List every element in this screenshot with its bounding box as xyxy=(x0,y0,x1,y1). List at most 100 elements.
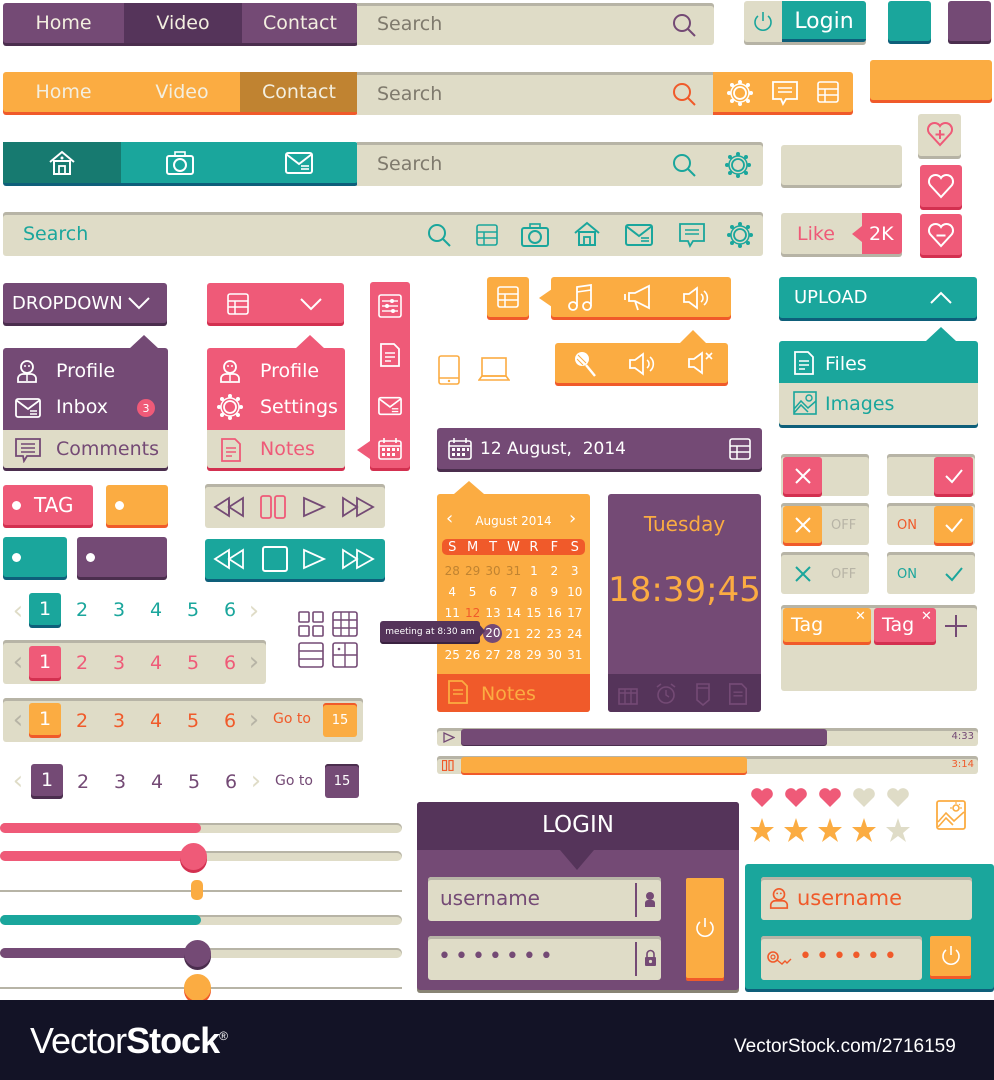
calendar-day[interactable]: 21 xyxy=(503,627,523,641)
table-icon[interactable] xyxy=(729,438,751,460)
heart-icon[interactable] xyxy=(750,788,774,808)
rewind-icon[interactable] xyxy=(213,496,247,518)
nav-home[interactable]: Home xyxy=(3,72,124,112)
color-swatch-orange[interactable] xyxy=(870,60,992,100)
calendar-day[interactable]: 31 xyxy=(503,564,523,578)
goto-input[interactable]: 15 xyxy=(325,764,359,798)
slider[interactable] xyxy=(0,843,402,870)
slider-handle[interactable] xyxy=(191,880,203,900)
list-rows-icon[interactable] xyxy=(298,642,324,668)
search-icon[interactable] xyxy=(672,153,696,177)
tag-pink[interactable]: TAG xyxy=(3,485,93,525)
page-link[interactable]: 4 xyxy=(141,706,171,736)
empty-button[interactable] xyxy=(781,145,902,185)
microphone-icon[interactable] xyxy=(573,350,599,378)
star-icon[interactable] xyxy=(817,817,843,843)
search-input-purple[interactable]: Search xyxy=(357,3,714,45)
menu-item-notes[interactable]: Notes xyxy=(207,430,345,468)
calendar-day[interactable]: 30 xyxy=(483,564,503,578)
calendar-day[interactable]: 15 xyxy=(524,606,544,620)
fast-forward-icon[interactable] xyxy=(341,548,375,570)
star-icon[interactable] xyxy=(851,817,877,843)
camera-icon[interactable] xyxy=(521,223,549,247)
upload-button[interactable]: UPLOAD xyxy=(779,277,977,318)
page-link[interactable]: 5 xyxy=(178,595,208,625)
page-1-active[interactable]: 1 xyxy=(29,593,61,625)
calendar-day[interactable]: 6 xyxy=(483,585,503,599)
calendar-day[interactable]: 8 xyxy=(524,585,544,599)
like-button[interactable]: Like 2K xyxy=(781,213,902,254)
volume-icon[interactable] xyxy=(682,286,712,310)
toggle-teal-off[interactable]: OFF xyxy=(781,552,869,594)
date-bar[interactable]: 12 August, 2014 xyxy=(437,428,762,469)
menu-item-images[interactable]: Images xyxy=(779,383,978,425)
progress-fill[interactable] xyxy=(461,757,747,773)
star-rating[interactable] xyxy=(749,817,919,843)
search-icon[interactable] xyxy=(672,13,696,37)
next-month-icon[interactable]: › xyxy=(569,508,576,529)
toggle-orange-off[interactable]: OFF xyxy=(781,503,869,545)
calendar-day[interactable]: 14 xyxy=(503,606,523,620)
pause-icon[interactable] xyxy=(259,495,289,519)
menu-item-settings[interactable]: Settings xyxy=(207,392,345,422)
page-link[interactable]: 3 xyxy=(104,706,134,736)
heart-icon[interactable] xyxy=(852,788,876,808)
nav-contact[interactable]: Contact xyxy=(242,3,358,43)
alarm-icon[interactable] xyxy=(655,682,677,706)
next-page[interactable]: › xyxy=(239,647,269,677)
heart-icon[interactable] xyxy=(784,788,808,808)
goto-input[interactable]: 15 xyxy=(323,703,357,737)
page-link[interactable]: 4 xyxy=(141,648,171,678)
tag-chip[interactable]: Tag ✕ xyxy=(783,608,871,642)
calendar-day[interactable]: 10 xyxy=(565,585,585,599)
slider[interactable] xyxy=(0,940,402,967)
menu-item-profile[interactable]: Profile xyxy=(3,356,168,386)
nav-home[interactable]: Home xyxy=(3,3,124,43)
calendar-day[interactable]: 11 xyxy=(442,606,462,620)
login-submit-button[interactable] xyxy=(686,878,724,978)
play-icon[interactable] xyxy=(302,548,328,570)
grid-3x3-icon[interactable] xyxy=(332,611,358,637)
tag-teal[interactable] xyxy=(3,537,67,577)
star-icon[interactable] xyxy=(749,817,775,843)
page-link[interactable]: 5 xyxy=(178,706,208,736)
heart-rating[interactable] xyxy=(750,788,920,810)
calendar-day[interactable]: 2 xyxy=(544,564,564,578)
mail-icon[interactable] xyxy=(378,396,402,416)
calendar-day[interactable]: 29 xyxy=(524,648,544,662)
password-field[interactable]: •••••• xyxy=(761,936,922,980)
color-swatch-teal[interactable] xyxy=(888,1,931,41)
calendar-icon[interactable] xyxy=(378,438,402,460)
slider[interactable] xyxy=(0,880,402,900)
calendar-day[interactable]: 25 xyxy=(442,648,462,662)
next-page[interactable]: › xyxy=(239,596,269,626)
page-link[interactable]: 5 xyxy=(178,648,208,678)
music-icon[interactable] xyxy=(567,284,593,312)
pause-icon[interactable] xyxy=(442,760,454,771)
toggle-pink-off[interactable] xyxy=(781,454,869,496)
search-input-orange[interactable]: Search xyxy=(357,72,714,115)
slider-knob[interactable] xyxy=(184,974,211,1001)
password-field[interactable]: ••••••• xyxy=(428,936,661,980)
calendar-day[interactable]: 13 xyxy=(483,606,503,620)
toggle-teal-on[interactable]: ON xyxy=(887,552,975,594)
calendar-day[interactable]: 28 xyxy=(442,564,462,578)
volume-icon[interactable] xyxy=(628,352,658,376)
calendar-day[interactable]: 29 xyxy=(463,564,483,578)
username-field[interactable]: username xyxy=(761,877,972,920)
gift-icon[interactable] xyxy=(618,683,638,705)
slider-knob[interactable] xyxy=(180,843,207,870)
notes-icon[interactable] xyxy=(728,682,748,706)
search-icon[interactable] xyxy=(672,82,696,106)
home-icon[interactable] xyxy=(573,221,601,247)
search-input-teal[interactable]: Search xyxy=(357,142,763,186)
table-icon[interactable] xyxy=(817,81,839,103)
color-swatch-purple[interactable] xyxy=(948,1,991,41)
calendar-day[interactable]: 23 xyxy=(544,627,564,641)
play-icon[interactable] xyxy=(443,732,455,743)
calendar-day[interactable]: 12 xyxy=(463,606,483,620)
heart-icon[interactable] xyxy=(818,788,842,808)
page-link[interactable]: 2 xyxy=(67,595,97,625)
gear-icon[interactable] xyxy=(727,80,753,106)
page-1-active[interactable]: 1 xyxy=(31,764,63,796)
